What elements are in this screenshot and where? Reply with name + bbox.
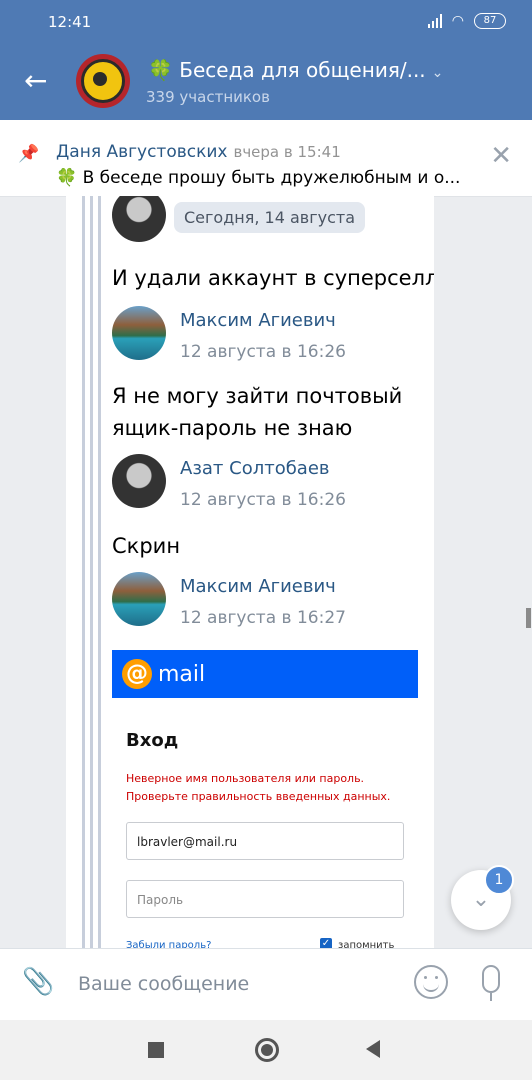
emoji-icon[interactable] [414, 965, 448, 999]
pinned-author-name: Даня Августовских [56, 142, 228, 162]
mail-header-bar: @ mail [112, 650, 418, 698]
status-bar: 12:41 ◠ 87 [0, 0, 532, 44]
chat-title[interactable]: 🍀 Беседа для общения/... ⌄ [148, 58, 443, 82]
message-author: Максим Агиевич [180, 576, 336, 597]
message-composer: 📎 Ваше сообщение [0, 948, 532, 1021]
wifi-icon: ◠ [451, 13, 464, 29]
chevron-down-icon: ⌄ [471, 887, 491, 912]
microphone-stand [490, 993, 492, 1001]
recents-icon[interactable] [148, 1042, 164, 1058]
login-error: Неверное имя пользователя или пароль. Пр… [126, 770, 416, 806]
quote-line [90, 196, 93, 948]
scrollbar-thumb[interactable] [526, 608, 531, 628]
microphone-icon[interactable] [482, 965, 500, 993]
signal-icon [427, 14, 442, 28]
back-arrow-icon[interactable]: ← [24, 66, 54, 96]
pinned-author: Даня Августовских вчера в 15:41 [56, 142, 341, 162]
app-header: 12:41 ◠ 87 ← 🍀 Беседа для общения/... ⌄ 3… [0, 0, 532, 120]
status-time: 12:41 [48, 13, 92, 31]
avatar [112, 454, 166, 508]
unread-badge: 1 [484, 865, 514, 895]
message-author: Максим Агиевич [180, 310, 336, 331]
pin-icon: 📌 [18, 144, 40, 164]
message-author: Азат Солтобаев [180, 458, 330, 479]
avatar [112, 196, 166, 242]
mail-brand: mail [158, 661, 206, 687]
back-triangle-icon[interactable] [366, 1040, 380, 1058]
home-icon[interactable] [255, 1038, 279, 1062]
message-text: Скрин [112, 534, 181, 558]
password-field: Пароль [126, 880, 404, 918]
remember-checkbox: ✓ [320, 938, 332, 948]
avatar [112, 306, 166, 360]
message-time: 12 августа в 16:27 [180, 608, 346, 628]
quote-line [98, 196, 101, 948]
chat-member-count: 339 участников [146, 88, 270, 106]
message-input[interactable]: Ваше сообщение [78, 973, 249, 995]
email-field: lbravler@mail.ru [126, 822, 404, 860]
close-icon[interactable]: ✕ [490, 143, 512, 169]
message-time: 12 августа в 16:26 [180, 490, 346, 510]
date-separator: Сегодня, 14 августа [174, 202, 366, 233]
system-nav-bar [0, 1020, 532, 1080]
pinned-text: 🍀 В беседе прошу быть дружелюбным и о... [56, 168, 461, 188]
battery-icon: 87 [474, 13, 506, 29]
paperclip-icon[interactable]: 📎 [22, 967, 54, 997]
message-text: И удали аккаунт в суперселл [112, 266, 434, 290]
chat-avatar[interactable] [76, 54, 130, 108]
pinned-message[interactable]: 📌 Даня Августовских вчера в 15:41 🍀 В бес… [0, 120, 532, 197]
login-error-line: Неверное имя пользователя или пароль. [126, 772, 365, 785]
chevron-down-icon: ⌄ [431, 65, 444, 81]
avatar [112, 572, 166, 626]
status-icons: ◠ 87 [427, 13, 506, 29]
message-text: ящик-пароль не знаю [112, 416, 353, 440]
forgot-password-link: Забыли пароль? [126, 940, 212, 948]
remember-label: запомнить [338, 940, 395, 948]
login-title: Вход [126, 730, 179, 751]
mail-at-logo-icon: @ [122, 659, 152, 689]
quote-line [82, 196, 85, 948]
pinned-time: вчера в 15:41 [233, 143, 341, 161]
image-attachment[interactable]: И удали аккаунт в суперселл Максим Агиев… [66, 196, 434, 948]
login-error-line: Проверьте правильность введенных данных. [126, 790, 391, 803]
message-text: Я не могу зайти почтовый [112, 384, 403, 408]
message-time: 12 августа в 16:26 [180, 342, 346, 362]
chat-title-text: 🍀 Беседа для общения/... [148, 58, 426, 82]
